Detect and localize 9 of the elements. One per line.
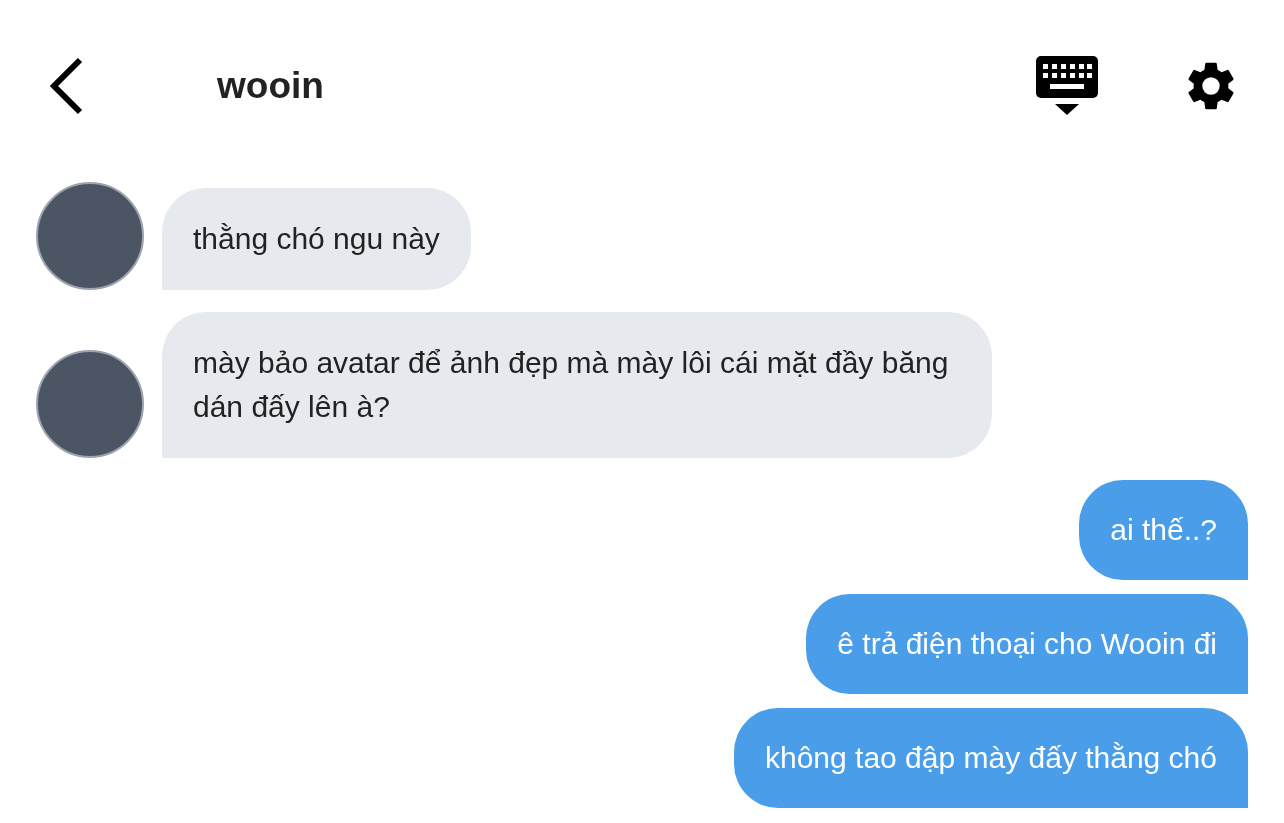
keyboard-button[interactable]: [1036, 56, 1098, 116]
received-message-bubble: thằng chó ngu này: [162, 188, 471, 290]
received-message-bubble: mày bảo avatar để ảnh đẹp mà mày lôi cái mặt đầy băng dán đấy lên à?: [162, 312, 992, 458]
sent-message-bubble: không tao đập mày đấy thằng chó: [734, 708, 1248, 808]
chat-title: wooin: [217, 64, 325, 109]
keyboard-icon: [1036, 56, 1098, 116]
sent-message-bubble: ai thế..?: [1079, 480, 1248, 580]
back-icon: [48, 57, 84, 115]
sent-message-bubble: ê trả điện thoại cho Wooin đi: [806, 594, 1248, 694]
